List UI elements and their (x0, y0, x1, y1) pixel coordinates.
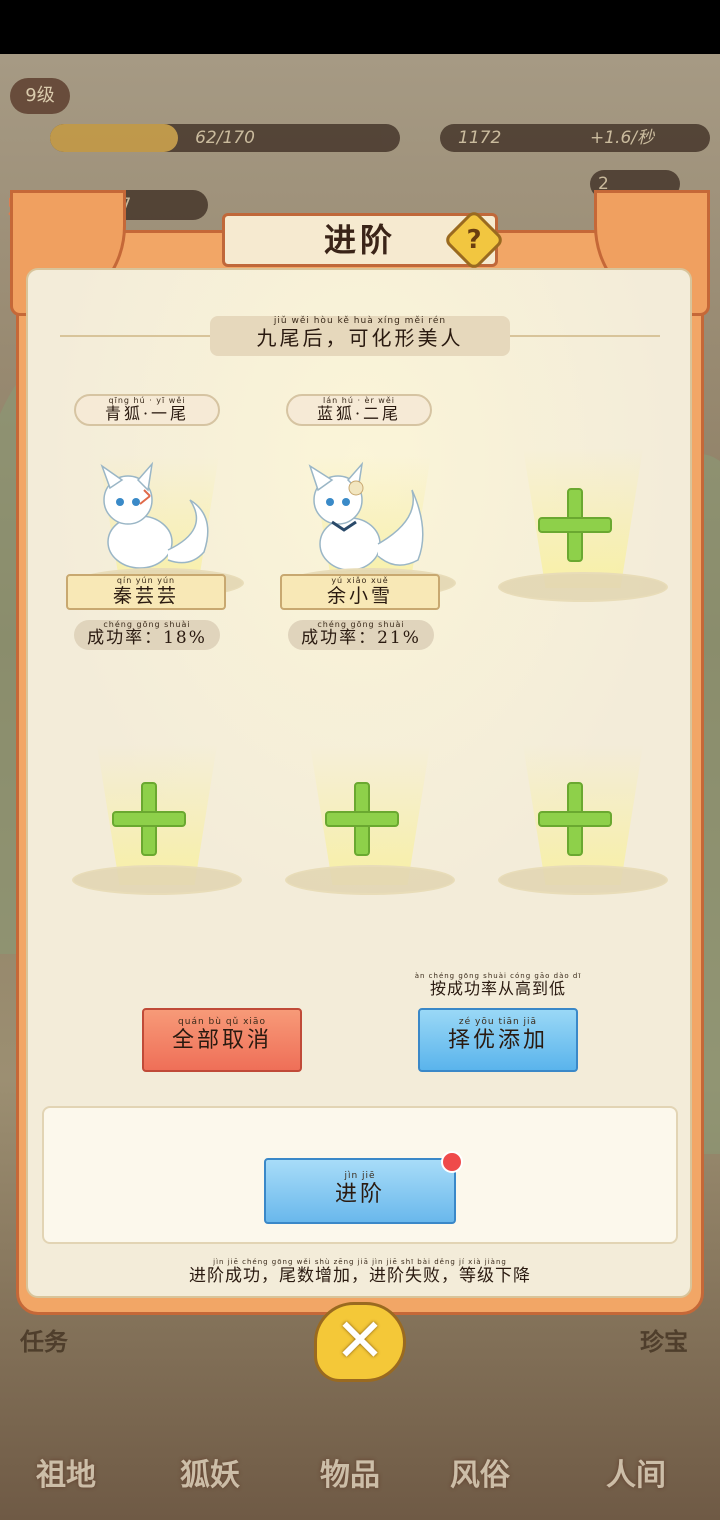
nav-world[interactable]: 人间 (606, 1450, 666, 1494)
add-fox-plus-icon[interactable] (538, 782, 612, 856)
rule-note-text: 进阶成功，尾数增加，进阶失败，等级下降 (189, 1266, 531, 1286)
nav-ancestral-land[interactable]: 祖地 (36, 1450, 96, 1494)
dialog-subtitle: jiǔ wěi hòu kě huà xíng měi rén 九尾后，可化形美… (210, 316, 510, 356)
fox-name-plate: qín yún yún 秦芸芸 (66, 574, 226, 610)
close-icon: ✕ (334, 1306, 386, 1376)
fox-type-tag: lán hú · èr wěi 蓝狐·二尾 (286, 394, 432, 426)
divider-left (60, 335, 210, 337)
nav-fox-spirits[interactable]: 狐妖 (180, 1450, 240, 1494)
optimal-add-pinyin: zé yōu tiān jiā (458, 1017, 538, 1027)
fox-type-tag: qīng hú · yī wěi 青狐·一尾 (74, 394, 220, 426)
exp-text: 62/170 (195, 128, 255, 148)
resource-value: 1172 (458, 128, 502, 148)
optimal-add-hint: àn chéng gōng shuài cóng gāo dào dī 按成功率… (398, 972, 598, 998)
cancel-all-pinyin: quán bù qǔ xiāo (178, 1017, 266, 1027)
advance-button[interactable]: jìn jiē 进阶 (264, 1158, 456, 1224)
optimal-add-label: 择优添加 (447, 1028, 548, 1053)
white-fox-avatar-2[interactable] (292, 460, 432, 580)
subtitle-pinyin: jiǔ wěi hòu kě huà xíng měi rén (273, 316, 447, 326)
add-fox-plus-icon[interactable] (325, 782, 399, 856)
advance-pinyin: jìn jiē (344, 1171, 376, 1181)
close-button[interactable]: ✕ (314, 1302, 406, 1382)
treasure-label[interactable]: 珍宝 (640, 1322, 688, 1357)
resource-rate: +1.6/秒 (590, 128, 655, 148)
fox-type-text: 青狐·一尾 (104, 404, 190, 423)
fox-name-plate: yú xiǎo xuě 余小雪 (280, 574, 440, 610)
slot-pedestal (498, 572, 668, 602)
optimal-add-button[interactable]: zé yōu tiān jiā 择优添加 (418, 1008, 578, 1072)
status-bar (0, 0, 720, 54)
bottom-nav: 祖地 狐妖 物品 风俗 人间 (0, 1430, 720, 1520)
fox-type-text: 蓝狐·二尾 (316, 404, 402, 423)
cancel-all-button[interactable]: quán bù qǔ xiāo 全部取消 (142, 1008, 302, 1072)
task-label[interactable]: 任务 (20, 1322, 68, 1357)
nav-customs[interactable]: 风俗 (450, 1450, 510, 1494)
resource-bar: 1172 +1.6/秒 (440, 124, 710, 152)
slot-pedestal (285, 865, 455, 895)
slot-pedestal (498, 865, 668, 895)
add-fox-plus-icon[interactable] (538, 488, 612, 562)
rule-note-pinyin: jìn jiē chéng gōng wěi shù zēng jiā jìn … (213, 1258, 507, 1266)
cancel-all-label: 全部取消 (171, 1028, 272, 1053)
add-fox-plus-icon[interactable] (112, 782, 186, 856)
success-rate-text: 成功率：21% (301, 628, 421, 648)
white-fox-avatar-1[interactable] (80, 460, 220, 580)
divider-right (510, 335, 660, 337)
fox-name: 秦芸芸 (112, 585, 179, 607)
success-rate: chéng gōng shuài 成功率：18% (74, 620, 220, 650)
slot-pedestal (72, 865, 242, 895)
optimal-hint-text: 按成功率从高到低 (429, 979, 566, 998)
success-rate: chéng gōng shuài 成功率：21% (288, 620, 434, 650)
subtitle-text: 九尾后，可化形美人 (256, 326, 464, 350)
player-level: 9级 (10, 78, 70, 114)
success-rate-text: 成功率：18% (87, 628, 207, 648)
notification-dot (441, 1151, 463, 1173)
fox-name: 余小雪 (326, 585, 393, 607)
exp-bar: 62/170 (50, 124, 400, 152)
advance-label: 进阶 (334, 1182, 385, 1207)
question-icon: ? (466, 225, 482, 255)
nav-items[interactable]: 物品 (320, 1450, 380, 1494)
advance-rule-note: jìn jiē chéng gōng wěi shù zēng jiā jìn … (110, 1258, 610, 1286)
